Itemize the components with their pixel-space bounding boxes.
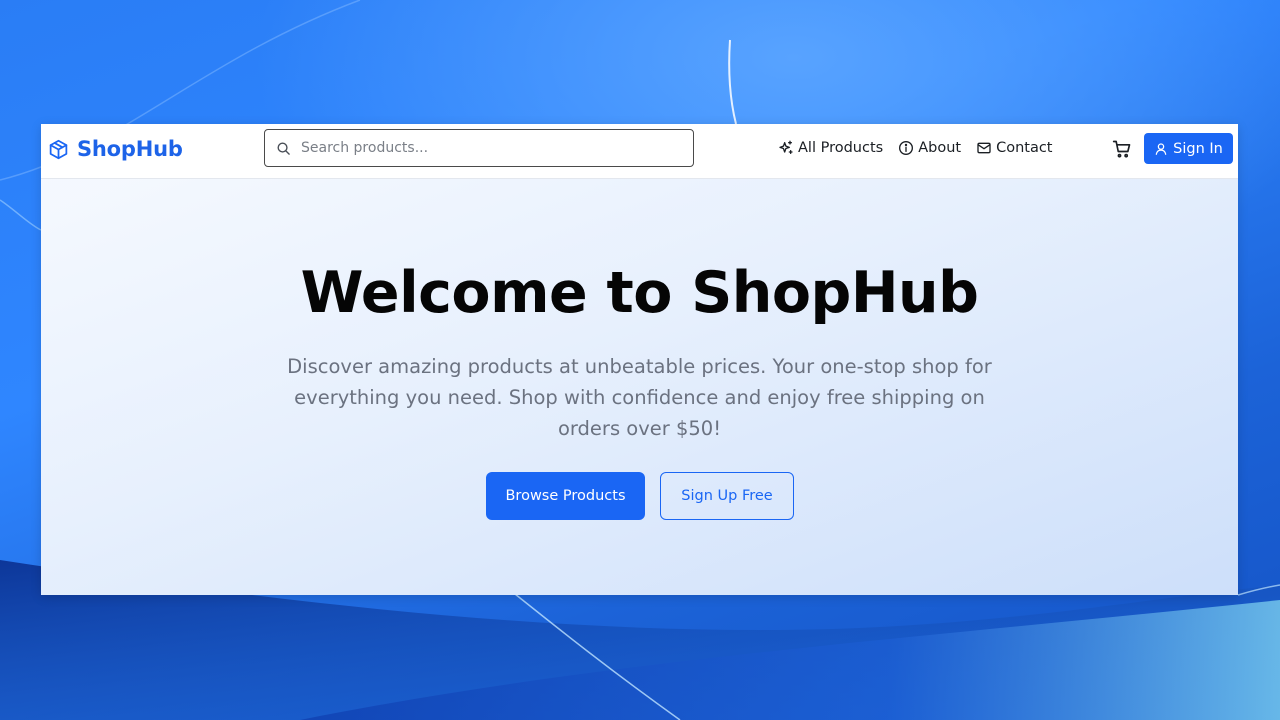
info-icon [898,140,914,156]
brand-name: ShopHub [77,137,183,161]
hero-title: Welcome to ShopHub [300,260,979,326]
browse-products-button[interactable]: Browse Products [486,472,645,520]
nav-link-label: About [918,140,962,156]
nav-link-label: Contact [996,140,1053,156]
package-icon [48,139,69,160]
hero-subtitle: Discover amazing products at unbeatable … [287,355,992,440]
search-input[interactable] [301,140,671,156]
mail-icon [976,140,992,156]
cart-icon [1112,139,1134,159]
search-icon [276,141,291,156]
cart-button[interactable] [1112,139,1134,161]
browser-window: ShopHub All Products [41,124,1238,595]
sign-in-label: Sign In [1173,140,1223,157]
nav-link-contact[interactable]: Contact [976,140,1053,156]
sign-up-free-button[interactable]: Sign Up Free [660,472,794,520]
user-icon [1154,142,1168,156]
nav-link-label: All Products [798,140,884,156]
brand-logo[interactable]: ShopHub [48,137,183,161]
search-bar[interactable] [264,129,694,167]
nav-link-about[interactable]: About [898,140,961,156]
sign-in-button[interactable]: Sign In [1144,133,1233,164]
navbar: ShopHub All Products [41,124,1238,179]
sparkles-icon [778,140,794,156]
nav-links: All Products About Contact [778,140,1053,156]
nav-link-all-products[interactable]: All Products [778,140,883,156]
